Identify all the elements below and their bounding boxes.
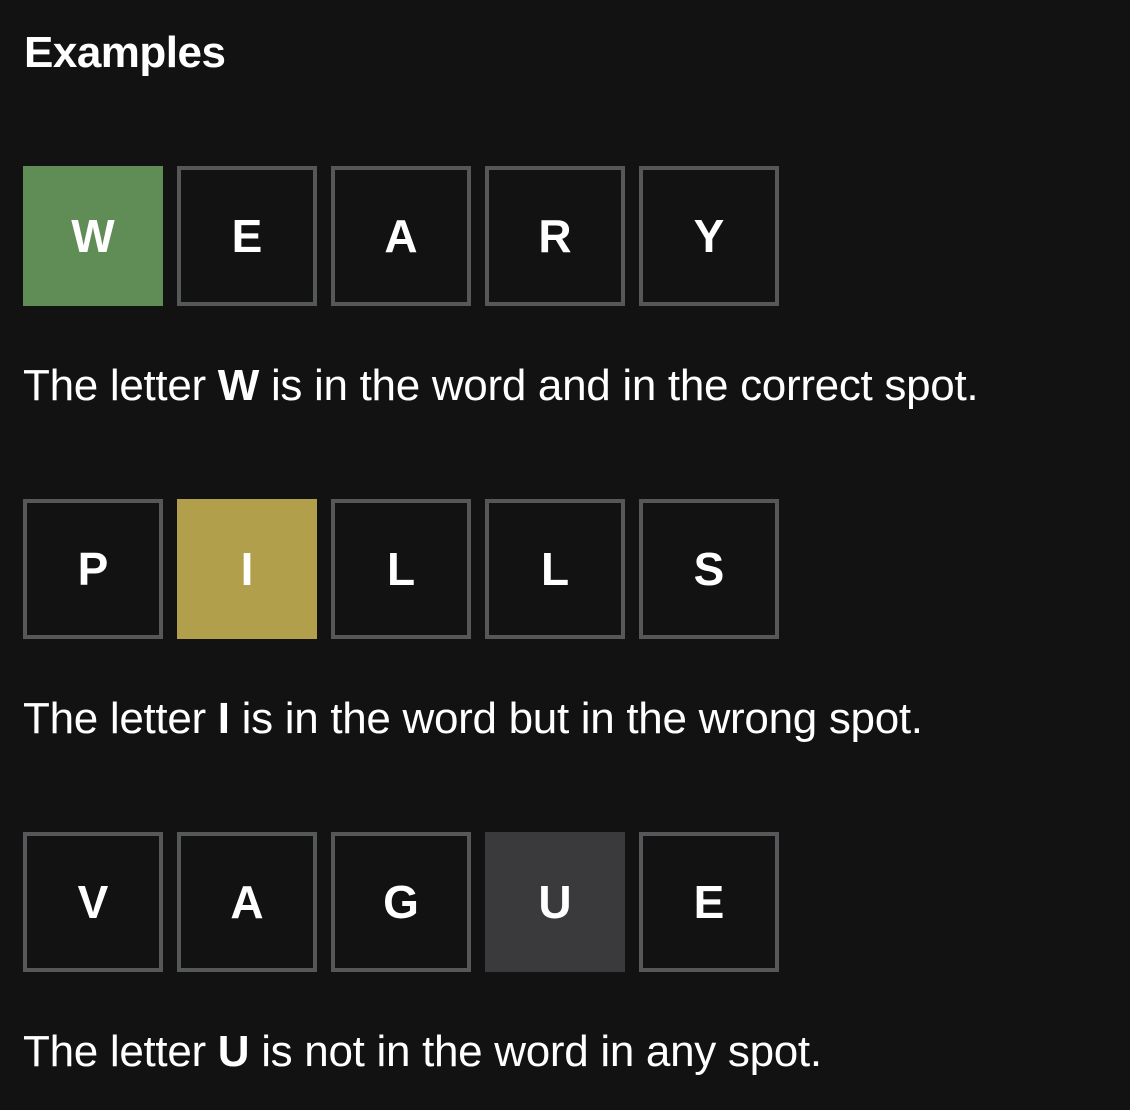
tile-empty: G [331, 832, 471, 972]
tile-empty: L [331, 499, 471, 639]
tile-empty: A [177, 832, 317, 972]
example-vague: V A G U E The letter U is not in the wor… [23, 832, 822, 1082]
desc-prefix: The letter [23, 361, 218, 410]
example-description: The letter W is in the word and in the c… [23, 356, 979, 416]
tile-row: W E A R Y [23, 166, 978, 306]
tile-empty: V [23, 832, 163, 972]
example-description: The letter I is in the word but in the w… [23, 689, 923, 749]
desc-suffix: is not in the word in any spot. [249, 1027, 822, 1076]
tile-empty: P [23, 499, 163, 639]
example-weary: W E A R Y The letter W is in the word an… [23, 166, 979, 416]
tile-absent: U [485, 832, 625, 972]
tile-empty: E [639, 832, 779, 972]
desc-letter: I [217, 694, 230, 743]
desc-letter: U [217, 1027, 250, 1076]
tile-correct: W [23, 166, 163, 306]
tile-present: I [177, 499, 317, 639]
tile-empty: S [639, 499, 779, 639]
desc-suffix: is in the word and in the correct spot. [259, 361, 979, 410]
desc-prefix: The letter [23, 1027, 218, 1076]
examples-heading: Examples [24, 28, 226, 77]
tile-empty: R [485, 166, 625, 306]
desc-suffix: is in the word but in the wrong spot. [229, 694, 923, 743]
tile-empty: Y [639, 166, 779, 306]
example-pills: P I L L S The letter I is in the word bu… [23, 499, 923, 749]
example-description: The letter U is not in the word in any s… [23, 1022, 822, 1082]
tile-empty: L [485, 499, 625, 639]
desc-letter: W [217, 361, 260, 410]
desc-prefix: The letter [23, 694, 218, 743]
tile-empty: A [331, 166, 471, 306]
tile-row: V A G U E [23, 832, 822, 972]
tile-empty: E [177, 166, 317, 306]
tile-row: P I L L S [23, 499, 923, 639]
